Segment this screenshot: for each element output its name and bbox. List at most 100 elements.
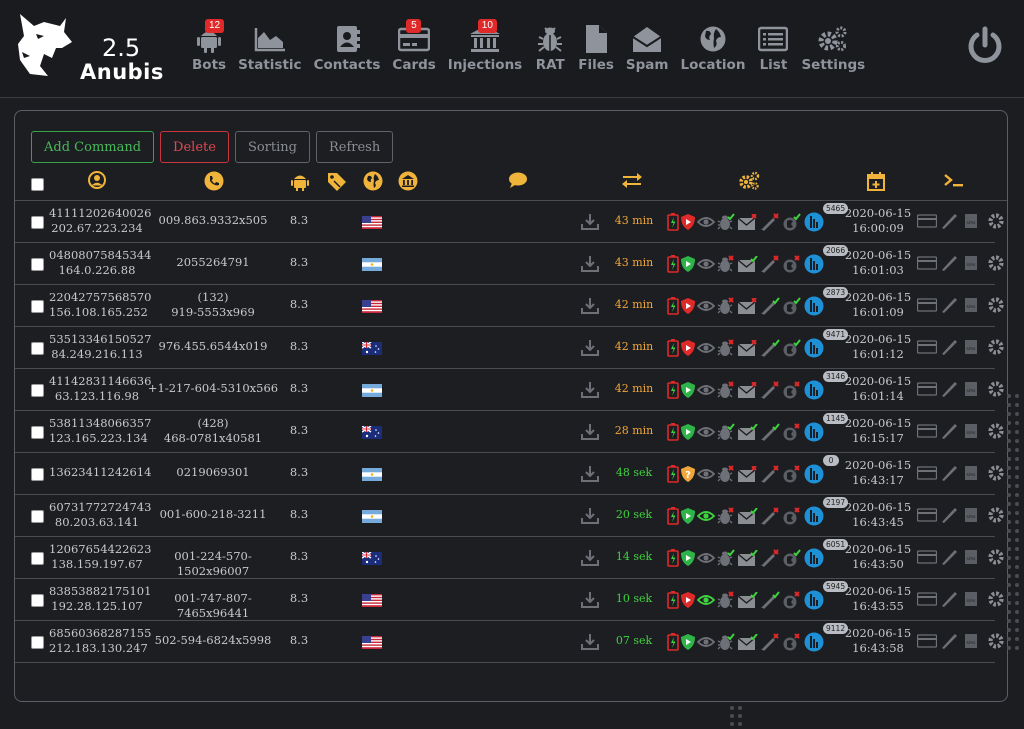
pen-action-icon[interactable] [941,633,959,649]
sms-action-icon[interactable]: sms [963,633,983,649]
add-command-button[interactable]: Add Command [31,131,155,163]
pen-action-icon[interactable] [941,465,959,481]
gear-action-icon[interactable] [987,464,1005,482]
refresh-button[interactable]: Refresh [315,131,394,163]
card-action-icon[interactable] [917,634,937,648]
gear-action-icon[interactable] [987,380,1005,398]
bank-icon[interactable] [398,171,418,195]
globe-icon[interactable] [363,171,383,195]
nav-settings[interactable]: Settings [795,0,871,84]
bot-id-cell[interactable]: 12067654422623 138.159.197.67 [49,542,151,572]
bot-id-cell[interactable]: 60731772724743 80.203.63.141 [49,500,151,530]
android-icon[interactable] [291,171,309,195]
row-checkbox[interactable] [31,426,44,439]
gear-action-icon[interactable] [987,254,1005,272]
gear-action-icon[interactable] [987,506,1005,524]
card-action-icon[interactable] [917,256,937,270]
row-checkbox[interactable] [31,552,44,565]
download-icon[interactable] [581,381,599,399]
pen-action-icon[interactable] [941,339,959,355]
sms-action-icon[interactable]: sms [963,381,983,397]
download-icon[interactable] [581,255,599,273]
bot-id-cell[interactable]: 83853882175101 192.28.125.107 [49,584,151,614]
sms-action-icon[interactable]: sms [963,213,983,229]
sms-action-icon[interactable]: sms [963,339,983,355]
stats-circle-icon[interactable] [804,464,824,484]
nav-spam[interactable]: Spam [620,0,675,84]
delete-button[interactable]: Delete [160,131,229,163]
nav-contacts[interactable]: Contacts [308,0,387,84]
stats-circle-icon[interactable] [804,338,824,358]
card-action-icon[interactable] [917,550,937,564]
card-action-icon[interactable] [917,298,937,312]
pen-action-icon[interactable] [941,591,959,607]
sms-action-icon[interactable]: sms [963,297,983,313]
bot-id-cell[interactable]: 53811348066357 123.165.223.134 [49,416,151,446]
stats-circle-icon[interactable] [804,212,824,232]
sms-action-icon[interactable]: sms [963,549,983,565]
gear-action-icon[interactable] [987,338,1005,356]
nav-bots[interactable]: Bots 12 [186,0,232,84]
sms-action-icon[interactable]: sms [963,255,983,271]
row-checkbox[interactable] [31,468,44,481]
bot-id-cell[interactable]: 13623411242614 [49,465,151,480]
pen-action-icon[interactable] [941,297,959,313]
user-icon[interactable] [88,171,106,193]
bot-id-cell[interactable]: 22042757568570 156.108.165.252 [49,290,151,320]
pen-action-icon[interactable] [941,255,959,271]
card-action-icon[interactable] [917,214,937,228]
sms-action-icon[interactable]: sms [963,423,983,439]
row-checkbox[interactable] [31,258,44,271]
gear-action-icon[interactable] [987,296,1005,314]
download-icon[interactable] [581,297,599,315]
card-action-icon[interactable] [917,592,937,606]
nav-statistic[interactable]: Statistic [232,0,308,84]
sms-action-icon[interactable]: sms [963,465,983,481]
pen-action-icon[interactable] [941,423,959,439]
row-checkbox[interactable] [31,636,44,649]
stats-circle-icon[interactable] [804,254,824,274]
pen-action-icon[interactable] [941,549,959,565]
row-checkbox[interactable] [31,510,44,523]
gear-action-icon[interactable] [987,548,1005,566]
terminal-icon[interactable] [943,171,965,193]
download-icon[interactable] [581,507,599,525]
stats-circle-icon[interactable] [804,380,824,400]
pen-action-icon[interactable] [941,507,959,523]
card-action-icon[interactable] [917,424,937,438]
row-checkbox[interactable] [31,300,44,313]
row-checkbox[interactable] [31,384,44,397]
nav-injections[interactable]: Injections 10 [442,0,528,84]
pen-action-icon[interactable] [941,381,959,397]
sorting-button[interactable]: Sorting [234,131,310,163]
gears-icon[interactable] [738,171,760,195]
gear-action-icon[interactable] [987,212,1005,230]
bot-id-cell[interactable]: 41142831146636 63.123.116.98 [49,374,151,404]
row-checkbox[interactable] [31,594,44,607]
sms-action-icon[interactable]: sms [963,507,983,523]
download-icon[interactable] [581,339,599,357]
card-action-icon[interactable] [917,466,937,480]
download-icon[interactable] [581,633,599,651]
pen-action-icon[interactable] [941,213,959,229]
download-icon[interactable] [581,423,599,441]
bot-id-cell[interactable]: 04808075845344 164.0.226.88 [49,248,151,278]
nav-location[interactable]: Location [674,0,751,84]
bot-id-cell[interactable]: 41111202640026 202.67.223.234 [49,206,151,236]
card-action-icon[interactable] [917,382,937,396]
row-checkbox[interactable] [31,216,44,229]
stats-circle-icon[interactable] [804,590,824,610]
anubis-logo[interactable]: 2.5 Anubis [14,12,163,84]
card-action-icon[interactable] [917,508,937,522]
download-icon[interactable] [581,591,599,609]
gear-action-icon[interactable] [987,632,1005,650]
bot-id-cell[interactable]: 68560368287155 212.183.130.247 [49,626,151,656]
download-icon[interactable] [581,549,599,567]
sms-action-icon[interactable]: sms [963,591,983,607]
power-logout-button[interactable] [964,25,1006,67]
nav-files[interactable]: Files [572,0,620,84]
stats-circle-icon[interactable] [804,632,824,652]
stats-circle-icon[interactable] [804,422,824,442]
row-checkbox[interactable] [31,342,44,355]
stats-circle-icon[interactable] [804,506,824,526]
